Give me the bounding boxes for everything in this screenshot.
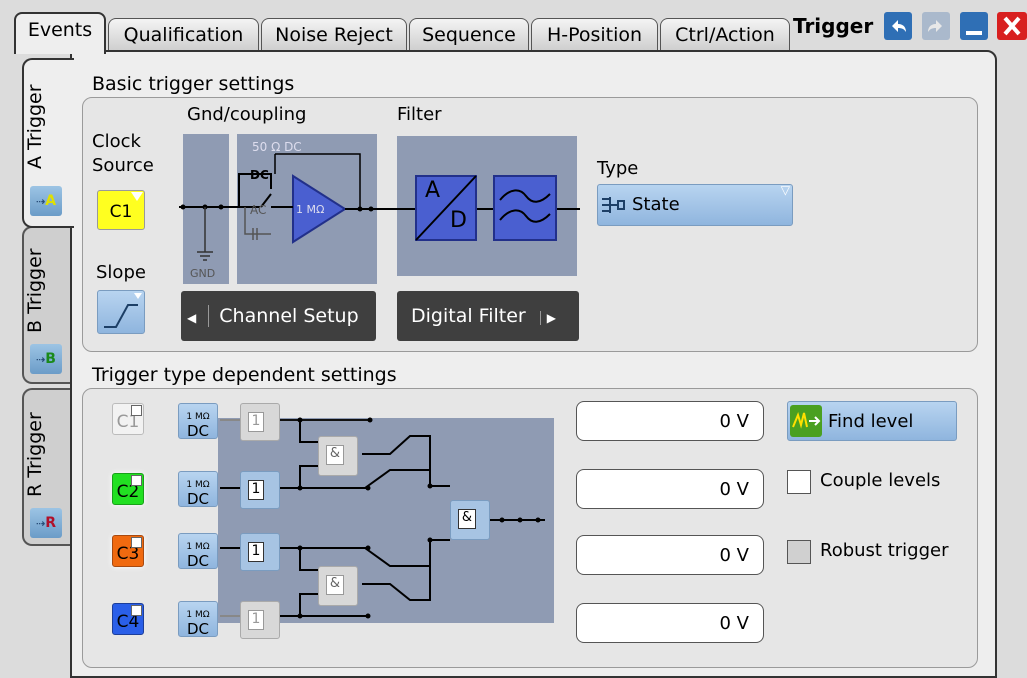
logic-value-c4[interactable]: 1 [240,601,280,639]
channel-c4-toggle[interactable]: C4 [112,603,144,635]
filter-schematic [380,175,580,241]
coupling-bottom-label: DC [186,422,210,440]
basic-settings-title: Basic trigger settings [92,73,295,95]
b-trigger-icon: ⇢B [30,344,62,374]
impedance-label: 50 Ω DC [252,140,302,154]
redo-icon [928,20,942,32]
and-symbol: & [326,445,344,465]
and-gate-main[interactable]: & [450,500,490,540]
window-title: Trigger [793,14,874,38]
logic-value-label: 1 [248,542,264,562]
coupling-badge-c1[interactable]: 1 MΩ DC [178,403,218,439]
robust-trigger-checkbox[interactable] [787,540,811,564]
tab-events[interactable]: Events [14,12,106,54]
side-tab-a-trigger[interactable]: A Trigger ⇢A [22,58,74,228]
coupling-badge-c4[interactable]: 1 MΩ DC [178,601,218,637]
mohm-label: 1 MΩ [296,203,325,216]
minimize-icon [966,31,982,35]
type-value: State [632,194,680,215]
tab-h-position[interactable]: H-Position [531,18,658,50]
filter-label: Filter [397,104,442,125]
checkbox-icon [131,405,142,416]
level-field-c3[interactable]: 0 V [576,535,764,575]
coupling-badge-c2[interactable]: 1 MΩ DC [178,471,218,507]
level-field-c2[interactable]: 0 V [576,469,764,509]
coupling-schematic [179,153,380,261]
state-type-icon [602,197,625,213]
side-tab-label: B Trigger [24,248,46,334]
checkbox-icon [131,605,142,616]
arrow-left-icon: ◀ [187,311,197,325]
tab-ctrl-action[interactable]: Ctrl/Action [660,18,790,50]
and-symbol: & [458,509,476,529]
side-tab-icon-letter: A [45,193,57,209]
rising-edge-icon [104,293,142,328]
channel-setup-label: Channel Setup [208,305,359,327]
level-field-c1[interactable]: 0 V [576,401,764,441]
checkbox-icon [131,537,142,548]
type-selector[interactable]: State ▽ [597,183,793,226]
ad-label-d: D [450,208,467,233]
clock-source-label: Clock Source [92,131,154,176]
coupling-bottom-label: DC [186,620,210,638]
tab-noise-reject[interactable]: Noise Reject [261,18,407,50]
clock-source-value: C1 [109,202,133,222]
side-tab-icon-letter: B [45,351,56,367]
logic-value-c3[interactable]: 1 [240,533,280,571]
and-symbol: & [326,575,344,595]
channel-setup-button[interactable]: ◀ Channel Setup [181,291,376,341]
slope-selector[interactable] [97,290,145,334]
digital-filter-label: Digital Filter [411,305,526,327]
digital-filter-button[interactable]: Digital Filter ▶ [397,291,579,341]
close-icon [1003,16,1021,36]
logic-value-label: 1 [248,412,264,432]
and-gate-c3-c4[interactable]: & [318,566,358,606]
find-level-label: Find level [828,411,914,432]
logic-value-label: 1 [248,480,264,500]
slope-label: Slope [96,262,146,283]
coupling-badge-c3[interactable]: 1 MΩ DC [178,533,218,569]
tab-qualification[interactable]: Qualification [108,18,259,50]
dc-label: DC [250,168,269,182]
logic-value-c2[interactable]: 1 [240,471,280,509]
ad-label-a: A [425,178,441,203]
undo-icon [892,20,906,32]
side-tab-icon-letter: R [45,515,56,531]
dropdown-corner-icon [131,192,143,201]
ac-label: AC [250,203,267,217]
level-field-c4[interactable]: 0 V [576,603,764,643]
logic-value-label: 1 [248,610,264,630]
arrow-right-icon: ▶ [539,311,556,325]
a-trigger-icon: ⇢A [30,186,62,216]
clock-source-selector[interactable]: C1 [97,190,145,230]
close-button[interactable] [997,12,1027,40]
type-label: Type [597,158,639,179]
gnd-label: GND [190,267,216,280]
dropdown-arrow-icon: ▽ [780,183,790,197]
side-tab-b-trigger[interactable]: B Trigger ⇢B [22,226,70,384]
coupling-bottom-label: DC [186,490,210,508]
find-level-icon [790,405,822,437]
redo-button[interactable] [922,12,950,40]
channel-c1-toggle[interactable]: C1 [112,403,144,435]
dependent-settings-title: Trigger type dependent settings [92,364,397,386]
channel-c3-toggle[interactable]: C3 [112,535,144,567]
find-level-button[interactable]: Find level [787,401,957,441]
tab-sequence[interactable]: Sequence [409,18,529,50]
side-tab-r-trigger[interactable]: R Trigger ⇢R [22,388,70,546]
undo-button[interactable] [884,12,912,40]
and-gate-c1-c2[interactable]: & [318,436,358,476]
couple-levels-checkbox[interactable] [787,470,811,494]
coupling-bottom-label: DC [186,552,210,570]
side-tab-label: A Trigger [24,84,46,170]
gnd-coupling-label: Gnd/coupling [187,104,307,125]
r-trigger-icon: ⇢R [30,508,62,538]
side-tab-label: R Trigger [24,412,46,498]
couple-levels-label: Couple levels [820,470,941,491]
channel-c2-toggle[interactable]: C2 [112,473,144,505]
minimize-button[interactable] [960,12,988,40]
robust-trigger-label: Robust trigger [820,540,949,561]
logic-value-c1[interactable]: 1 [240,403,280,441]
checkbox-icon [131,475,142,486]
